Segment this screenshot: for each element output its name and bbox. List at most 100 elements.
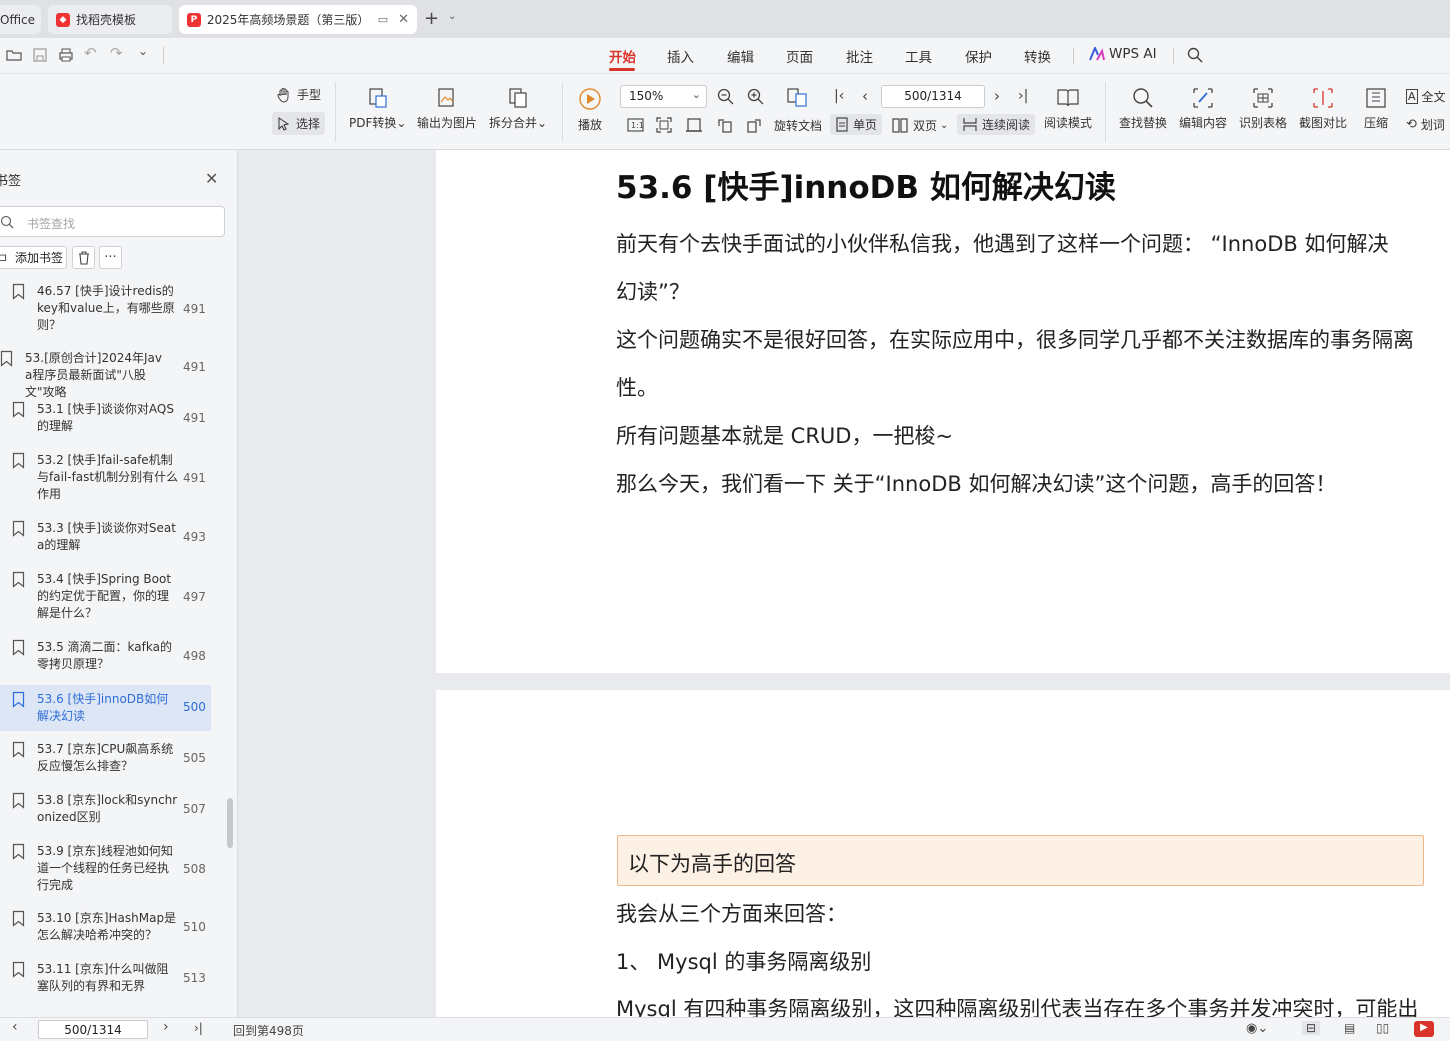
next-page-icon[interactable]: ›: [994, 87, 1000, 105]
menu-insert[interactable]: 插入: [667, 46, 694, 66]
more-options-button[interactable]: ···: [99, 246, 122, 269]
print-icon[interactable]: [58, 47, 74, 63]
menu-tools[interactable]: 工具: [905, 46, 932, 66]
cursor-icon: [278, 116, 290, 131]
menu-page[interactable]: 页面: [786, 46, 813, 66]
bookmark-icon: [12, 401, 25, 418]
menu-protect[interactable]: 保护: [965, 46, 992, 66]
bookmark-item[interactable]: 46.57 [快手]设计redis的key和value上，有哪些原则？ 491: [0, 283, 211, 337]
back-to-page-link[interactable]: 回到第498页: [233, 1022, 304, 1039]
export-image-button[interactable]: 输出为图片: [417, 87, 477, 131]
rotate-document-button[interactable]: 旋转文档: [774, 117, 822, 134]
continuous-view-icon[interactable]: ⊟: [1302, 1021, 1321, 1035]
full-text-button[interactable]: A 全文: [1406, 88, 1446, 105]
bookmark-search-input[interactable]: 书签查找: [0, 206, 225, 237]
redo-icon[interactable]: ↷: [110, 44, 123, 62]
edit-content-icon: [1193, 88, 1213, 108]
double-page-view-icon[interactable]: ▯▯: [1376, 1021, 1389, 1035]
double-page-label: 双页: [913, 119, 938, 133]
pdf-convert-button[interactable]: PDF转换⌄: [349, 87, 406, 131]
detect-table-button[interactable]: 识别表格: [1239, 87, 1287, 131]
document-view: 53.6 [快手]innoDB 如何解决幻读 前天有个去快手面试的小伙伴私信我，…: [238, 150, 1450, 1017]
compress-button[interactable]: 压缩: [1364, 87, 1388, 131]
add-bookmark-label: 添加书签: [15, 251, 64, 265]
menu-comment[interactable]: 批注: [846, 46, 873, 66]
single-page-button[interactable]: 单页: [830, 114, 883, 135]
screen-icon[interactable]: ▭: [378, 13, 388, 26]
bookmark-item[interactable]: 53.11 [京东]什么叫做阻塞队列的有界和无界 513: [0, 961, 211, 997]
close-icon[interactable]: ✕: [205, 169, 218, 188]
read-mode-button[interactable]: 阅读模式: [1044, 87, 1092, 131]
bookmark-item[interactable]: 53.1 [快手]谈谈你对AQS的理解 491: [0, 401, 211, 437]
continuous-read-button[interactable]: 连续阅读: [957, 114, 1036, 135]
play-button[interactable]: 播放: [578, 87, 602, 133]
find-replace-button[interactable]: 查找替换: [1119, 87, 1167, 131]
rotate-pages-icon[interactable]: [786, 86, 808, 108]
paragraph: 幻读”？: [616, 280, 690, 304]
zoom-select[interactable]: 150% ⌄: [620, 85, 707, 108]
tab-office[interactable]: Office: [0, 5, 41, 34]
screenshot-compare-button[interactable]: 截图对比: [1299, 87, 1347, 131]
close-tab-icon[interactable]: ✕: [398, 12, 409, 27]
split-merge-button[interactable]: 拆分合并⌄: [489, 87, 547, 131]
rotate-right-icon[interactable]: [746, 117, 762, 133]
fit-width-icon[interactable]: [686, 117, 702, 133]
paragraph: 这个问题确实不是很好回答，在实际应用中，很多同学几乎都不关注数据库的事务隔离: [616, 328, 1414, 352]
rotate-left-icon[interactable]: [717, 117, 733, 133]
compress-label: 压缩: [1364, 116, 1389, 130]
bookmark-item[interactable]: 53.6 [快手]innoDB如何解决幻读 500: [0, 685, 211, 731]
chevron-down-icon[interactable]: ⌄: [448, 11, 456, 22]
menu-convert[interactable]: 转换: [1024, 46, 1051, 66]
bookmark-item[interactable]: 53.8 [京东]lock和synchronized区别 507: [0, 792, 211, 828]
search-icon[interactable]: [1187, 47, 1203, 63]
tab-template[interactable]: ◆ 找稻壳模板: [48, 5, 172, 34]
single-page-view-icon[interactable]: ▤: [1344, 1021, 1355, 1035]
menu-wps-ai[interactable]: WPS AI: [1089, 46, 1157, 62]
fit-page-icon[interactable]: [656, 117, 672, 133]
next-page-icon[interactable]: ›: [163, 1019, 169, 1035]
wps-ai-icon: [1089, 47, 1105, 61]
bookmark-item[interactable]: 53.10 [京东]HashMap是怎么解决哈希冲突的？ 510: [0, 910, 211, 946]
status-page-input[interactable]: 500/1314: [38, 1020, 148, 1039]
compress-icon: [1366, 88, 1386, 108]
last-page-icon[interactable]: ›|: [194, 1021, 203, 1035]
hand-tool-button[interactable]: 手型: [276, 86, 321, 103]
bookmark-item[interactable]: 53.2 [快手]fail-safe机制与fail-fast机制分别有什么作用 4…: [0, 452, 211, 506]
mark-word-button[interactable]: ⟲ 划词: [1406, 116, 1445, 133]
search-placeholder: 书签查找: [27, 217, 76, 231]
select-tool-button[interactable]: 选择: [272, 112, 326, 135]
delete-bookmark-button[interactable]: [72, 246, 95, 269]
edit-content-button[interactable]: 编辑内容: [1179, 87, 1227, 131]
scrollbar[interactable]: [227, 798, 233, 848]
prev-page-icon[interactable]: ‹: [12, 1019, 18, 1035]
prev-page-icon[interactable]: ‹: [862, 87, 868, 105]
export-image-icon: [438, 88, 454, 107]
page-number-input[interactable]: 500/1314: [881, 85, 985, 108]
new-tab-icon[interactable]: +: [424, 8, 439, 29]
paragraph: Mysql 有四种事务隔离级别，这四种隔离级别代表当存在多个事务并发冲突时，可能…: [616, 997, 1419, 1017]
menu-edit[interactable]: 编辑: [727, 46, 754, 66]
menu-home[interactable]: 开始: [609, 46, 636, 66]
last-page-icon[interactable]: ›|: [1018, 88, 1028, 104]
bookmark-page: 491: [183, 360, 206, 374]
double-page-button[interactable]: 双页 ⌄: [892, 117, 948, 134]
play-icon[interactable]: ▶: [1414, 1021, 1434, 1037]
chevron-down-icon[interactable]: ⌄: [138, 44, 148, 58]
eye-icon[interactable]: ◉⌄: [1246, 1021, 1268, 1036]
first-page-icon[interactable]: |‹: [834, 88, 844, 104]
bookmark-item[interactable]: 53.3 [快手]谈谈你对Seata的理解 493: [0, 520, 211, 556]
tab-document[interactable]: P 2025年高频场景题（第三版） ▭ ✕: [179, 5, 417, 34]
bookmark-item[interactable]: 53.[原创合计]2024年Java程序员最新面试"八股文"攻略 491: [0, 350, 211, 399]
zoom-in-icon[interactable]: [747, 88, 764, 105]
actual-size-icon[interactable]: 1:1: [627, 117, 644, 133]
bookmark-item[interactable]: 53.7 [京东]CPU飙高系统反应慢怎么排查？ 505: [0, 741, 211, 777]
undo-icon[interactable]: ↶: [84, 44, 97, 62]
bookmark-item[interactable]: 53.5 滴滴二面：kafka的零拷贝原理？ 498: [0, 639, 211, 675]
add-bookmark-button[interactable]: ⊐ 添加书签: [0, 246, 67, 269]
bookmark-item[interactable]: 53.9 [京东]线程池如何知道一个线程的任务已经执行完成 508: [0, 843, 211, 897]
bookmark-text: 53.4 [快手]Spring Boot的约定优于配置，你的理解是什么？: [37, 572, 172, 620]
zoom-out-icon[interactable]: [717, 88, 734, 105]
open-folder-icon[interactable]: [6, 47, 22, 63]
bookmark-item[interactable]: 53.4 [快手]Spring Boot的约定优于配置，你的理解是什么？ 497: [0, 571, 211, 625]
save-icon[interactable]: [32, 47, 48, 63]
